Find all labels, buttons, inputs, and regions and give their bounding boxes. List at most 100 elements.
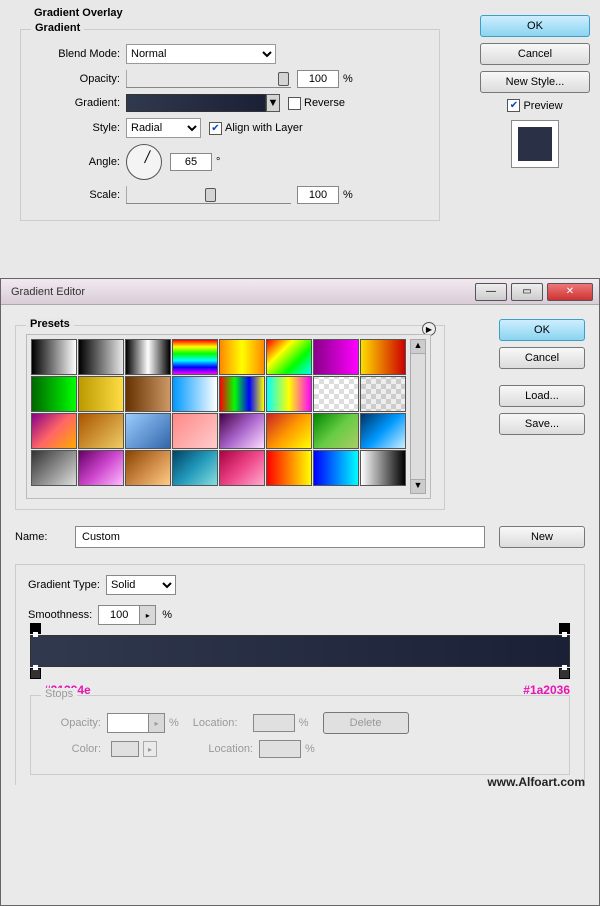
editor-cancel-button[interactable]: Cancel xyxy=(499,347,585,369)
scale-label: Scale: xyxy=(31,189,126,201)
color-stop-left[interactable] xyxy=(30,668,41,679)
ok-button[interactable]: OK xyxy=(480,15,590,37)
name-input[interactable] xyxy=(75,526,485,548)
preview-label: Preview xyxy=(523,100,562,112)
preset-swatch[interactable] xyxy=(313,413,359,449)
stop-opacity-label: Opacity: xyxy=(41,717,101,729)
new-button[interactable]: New xyxy=(499,526,585,548)
color-dd-icon: ▸ xyxy=(143,741,157,757)
delete-button: Delete xyxy=(323,712,409,734)
stop-location-label: Location: xyxy=(193,717,253,729)
reverse-checkbox[interactable] xyxy=(288,97,301,110)
scale-input[interactable] xyxy=(297,186,339,204)
preset-swatch[interactable] xyxy=(360,339,406,375)
preview-swatch xyxy=(511,120,559,168)
window-title: Gradient Editor xyxy=(7,286,471,298)
preset-swatch[interactable] xyxy=(360,376,406,412)
gradient-label: Gradient: xyxy=(31,97,126,109)
preset-swatch[interactable] xyxy=(78,413,124,449)
preset-swatch[interactable] xyxy=(78,376,124,412)
degree-label: ° xyxy=(216,156,220,168)
maximize-icon[interactable]: ▭ xyxy=(511,283,543,301)
gradient-editor-window: Gradient Editor — ▭ ✕ Presets ▶ ▲ ▼ OK C… xyxy=(0,278,600,906)
preset-swatch[interactable] xyxy=(125,413,171,449)
preset-swatch[interactable] xyxy=(219,450,265,486)
blend-mode-select[interactable]: Normal xyxy=(126,44,276,64)
preset-swatch[interactable] xyxy=(125,339,171,375)
angle-dial[interactable] xyxy=(126,144,162,180)
new-style-button[interactable]: New Style... xyxy=(480,71,590,93)
presets-scrollbar[interactable]: ▲ ▼ xyxy=(410,339,426,494)
preset-swatch[interactable] xyxy=(172,450,218,486)
titlebar[interactable]: Gradient Editor — ▭ ✕ xyxy=(1,279,599,305)
gradient-type-label: Gradient Type: xyxy=(28,579,100,591)
preview-checkbox[interactable]: ✔ xyxy=(507,99,520,112)
watermark: www.Alfoart.com xyxy=(487,775,585,789)
preset-swatch[interactable] xyxy=(313,376,359,412)
stop-location-label-2: Location: xyxy=(179,743,253,755)
preset-swatch[interactable] xyxy=(219,376,265,412)
preset-swatch[interactable] xyxy=(125,450,171,486)
minimize-icon[interactable]: — xyxy=(475,283,507,301)
angle-label: Angle: xyxy=(31,156,126,168)
opacity-slider[interactable] xyxy=(126,70,291,88)
scroll-up-icon[interactable]: ▲ xyxy=(411,340,425,354)
save-button[interactable]: Save... xyxy=(499,413,585,435)
preset-swatch[interactable] xyxy=(360,450,406,486)
preset-swatch[interactable] xyxy=(31,450,77,486)
percent-label-3: % xyxy=(162,609,172,621)
style-label: Style: xyxy=(31,122,126,134)
blend-mode-label: Blend Mode: xyxy=(31,48,126,60)
smoothness-input[interactable] xyxy=(99,606,139,624)
percent-label: % xyxy=(343,73,353,85)
preset-swatch[interactable] xyxy=(313,339,359,375)
stop-location-input xyxy=(253,714,295,732)
preset-swatch[interactable] xyxy=(31,339,77,375)
gradient-swatch[interactable] xyxy=(126,94,266,112)
cancel-button[interactable]: Cancel xyxy=(480,43,590,65)
preset-swatch[interactable] xyxy=(219,413,265,449)
opacity-label: Opacity: xyxy=(31,73,126,85)
color-stop-right[interactable] xyxy=(559,668,570,679)
load-button[interactable]: Load... xyxy=(499,385,585,407)
preset-swatch[interactable] xyxy=(31,413,77,449)
section-title: Gradient Overlay xyxy=(30,7,127,19)
gradient-group-title: Gradient xyxy=(31,22,84,34)
opacity-stop-right[interactable] xyxy=(559,623,570,634)
preset-swatch[interactable] xyxy=(266,413,312,449)
preset-swatch[interactable] xyxy=(172,339,218,375)
reverse-label: Reverse xyxy=(304,97,345,109)
stops-title: Stops xyxy=(41,688,77,700)
editor-ok-button[interactable]: OK xyxy=(499,319,585,341)
gradient-type-select[interactable]: Solid xyxy=(106,575,176,595)
angle-input[interactable] xyxy=(170,153,212,171)
style-select[interactable]: Radial xyxy=(126,118,201,138)
preset-swatch[interactable] xyxy=(219,339,265,375)
smoothness-label: Smoothness: xyxy=(28,609,92,621)
pct2: % xyxy=(299,717,309,729)
preset-swatch[interactable] xyxy=(31,376,77,412)
preset-swatch[interactable] xyxy=(172,413,218,449)
name-label: Name: xyxy=(15,531,75,543)
align-checkbox[interactable]: ✔ xyxy=(209,122,222,135)
stepper-icon: ▸ xyxy=(148,714,164,732)
preset-swatch[interactable] xyxy=(360,413,406,449)
close-icon[interactable]: ✕ xyxy=(547,283,593,301)
preset-swatch[interactable] xyxy=(78,339,124,375)
preset-swatch[interactable] xyxy=(172,376,218,412)
preset-swatch[interactable] xyxy=(266,376,312,412)
opacity-stop-left[interactable] xyxy=(30,623,41,634)
preset-swatch[interactable] xyxy=(313,450,359,486)
preset-swatch[interactable] xyxy=(266,339,312,375)
smoothness-stepper-icon[interactable]: ▸ xyxy=(139,606,155,624)
preset-swatch[interactable] xyxy=(266,450,312,486)
gradient-bar[interactable] xyxy=(30,635,570,667)
preset-swatch[interactable] xyxy=(125,376,171,412)
scale-slider[interactable] xyxy=(126,186,291,204)
scroll-down-icon[interactable]: ▼ xyxy=(411,479,425,493)
stop-opacity-input xyxy=(108,714,148,732)
preset-swatch[interactable] xyxy=(78,450,124,486)
gradient-dropdown-icon[interactable]: ▼ xyxy=(266,94,280,112)
opacity-input[interactable] xyxy=(297,70,339,88)
align-label: Align with Layer xyxy=(225,122,303,134)
